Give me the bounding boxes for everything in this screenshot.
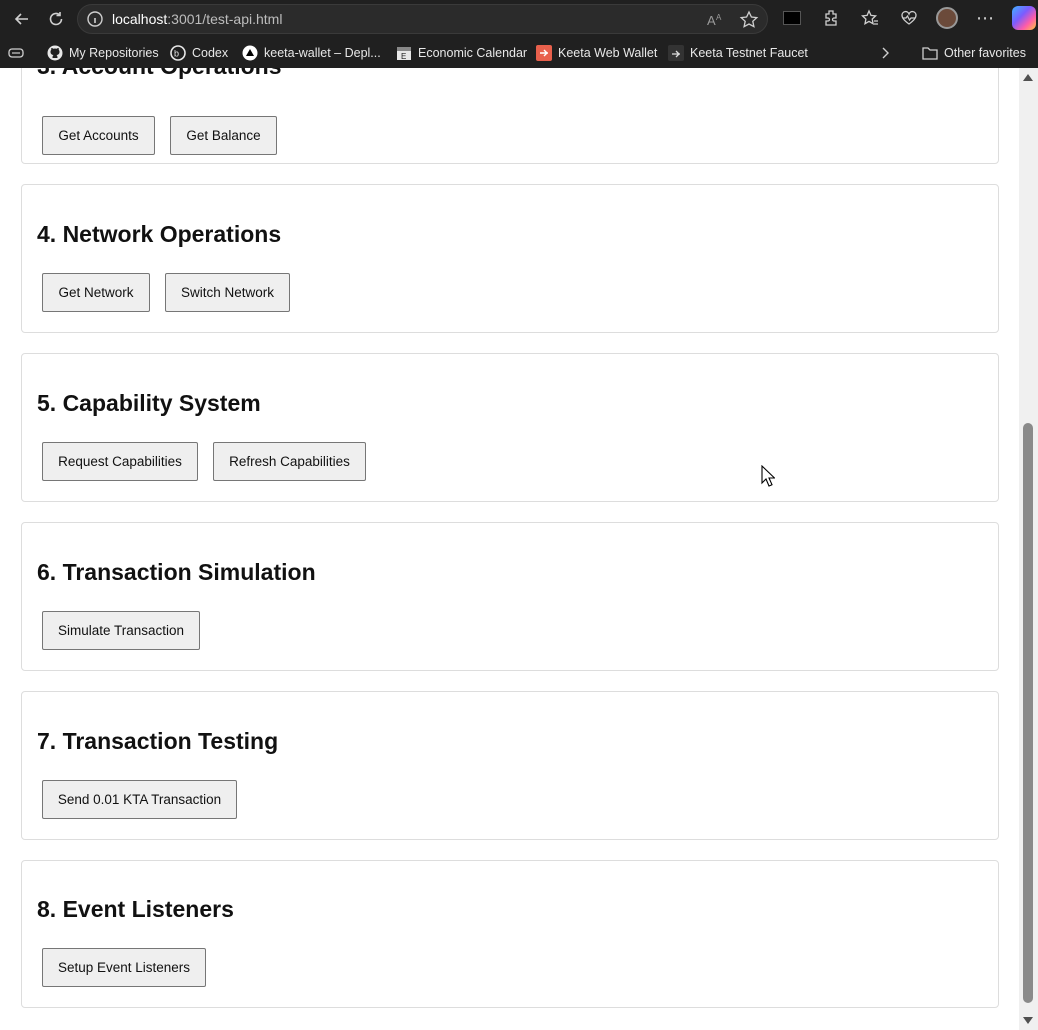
vercel-icon: [242, 45, 258, 61]
section-capability-system: 5. Capability System Request Capabilitie…: [21, 353, 999, 502]
mouse-cursor-icon: [761, 464, 776, 492]
favorite-item[interactable]: E Economic Calendar: [396, 45, 527, 61]
more-options-icon[interactable]: ⋯: [973, 6, 997, 30]
section-event-listeners: 8. Event Listeners Setup Event Listeners: [21, 860, 999, 1008]
section-transaction-testing: 7. Transaction Testing Send 0.01 KTA Tra…: [21, 691, 999, 840]
other-favorites[interactable]: Other favorites: [922, 45, 1026, 61]
profile-avatar[interactable]: [936, 7, 958, 29]
faucet-icon: [668, 45, 684, 61]
section-network-operations: 4. Network Operations Get Network Switch…: [21, 184, 999, 333]
get-balance-button[interactable]: Get Balance: [170, 116, 277, 155]
page-viewport: 3. Account Operations Get Accounts Get B…: [0, 68, 1019, 1030]
get-network-button[interactable]: Get Network: [42, 273, 150, 312]
simulate-transaction-button[interactable]: Simulate Transaction: [42, 611, 200, 650]
favorite-item[interactable]: My Repositories: [47, 45, 159, 61]
info-icon[interactable]: [86, 10, 104, 28]
scroll-down-icon[interactable]: [1023, 1017, 1033, 1024]
back-icon[interactable]: [8, 5, 36, 33]
switch-network-button[interactable]: Switch Network: [165, 273, 290, 312]
health-icon[interactable]: [897, 6, 921, 30]
browser-toolbar: localhost:3001/test-api.html AA ⋯: [0, 0, 1038, 38]
favorites-icon[interactable]: [858, 6, 882, 30]
favorite-star-icon[interactable]: [739, 10, 759, 33]
read-aloud-icon[interactable]: AA: [705, 10, 725, 33]
request-capabilities-button[interactable]: Request Capabilities: [42, 442, 198, 481]
scroll-up-icon[interactable]: [1023, 74, 1033, 81]
svg-text:A: A: [716, 13, 722, 22]
section-title: 6. Transaction Simulation: [37, 559, 316, 585]
codex-icon: b: [170, 45, 186, 61]
favorites-bar: My Repositories b Codex keeta-wallet – D…: [0, 38, 1038, 68]
refresh-capabilities-button[interactable]: Refresh Capabilities: [213, 442, 366, 481]
folder-icon: [922, 45, 938, 61]
section-account-operations: 3. Account Operations Get Accounts Get B…: [21, 68, 999, 164]
calendar-icon: E: [396, 45, 412, 61]
favorite-item[interactable]: b Codex: [170, 45, 228, 61]
extensions-icon[interactable]: [819, 6, 843, 30]
section-transaction-simulation: 6. Transaction Simulation Simulate Trans…: [21, 522, 999, 671]
section-title: 3. Account Operations: [37, 68, 282, 80]
vertical-scrollbar[interactable]: [1019, 68, 1038, 1030]
copilot-icon[interactable]: [1012, 6, 1036, 30]
get-accounts-button[interactable]: Get Accounts: [42, 116, 155, 155]
section-title: 4. Network Operations: [37, 221, 282, 247]
extension-badge-icon[interactable]: [780, 6, 804, 30]
favorite-item[interactable]: keeta-wallet – Depl...: [242, 45, 381, 61]
svg-text:A: A: [707, 13, 716, 28]
favorite-item[interactable]: Keeta Web Wallet: [536, 45, 657, 61]
url-text: localhost:3001/test-api.html: [112, 11, 283, 27]
refresh-icon[interactable]: [42, 5, 70, 33]
send-transaction-button[interactable]: Send 0.01 KTA Transaction: [42, 780, 237, 819]
github-icon: [47, 45, 63, 61]
section-title: 8. Event Listeners: [37, 896, 234, 922]
section-title: 5. Capability System: [37, 390, 261, 416]
svg-text:b: b: [174, 49, 179, 59]
address-bar[interactable]: localhost:3001/test-api.html AA: [77, 4, 768, 34]
reading-list-icon[interactable]: [8, 45, 24, 61]
section-title: 7. Transaction Testing: [37, 728, 279, 754]
setup-event-listeners-button[interactable]: Setup Event Listeners: [42, 948, 206, 987]
scrollbar-thumb[interactable]: [1023, 423, 1033, 1003]
favorite-item[interactable]: Keeta Testnet Faucet: [668, 45, 808, 61]
chevron-right-icon[interactable]: [880, 45, 892, 61]
svg-text:E: E: [401, 52, 406, 61]
keeta-wallet-icon: [536, 45, 552, 61]
